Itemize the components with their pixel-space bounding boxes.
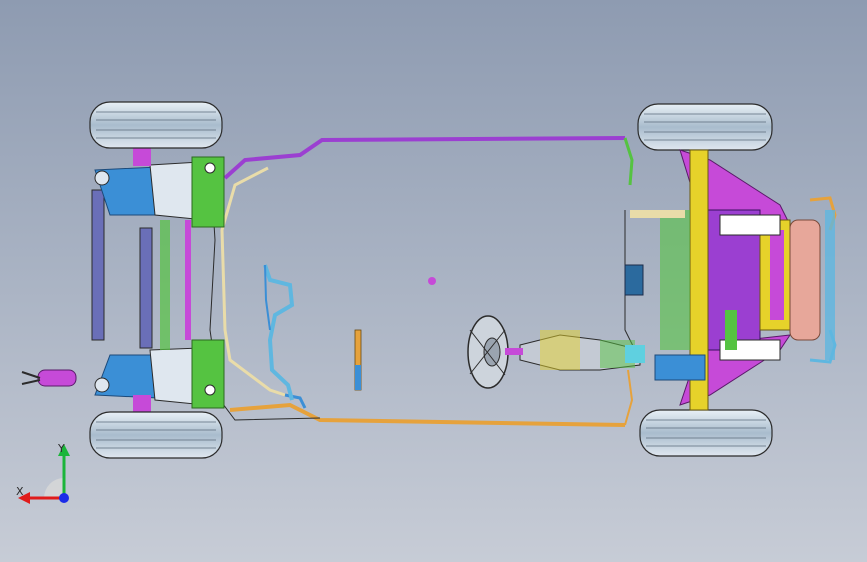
steering-column	[519, 330, 645, 371]
cad-viewport[interactable]: X Y	[0, 0, 867, 562]
rear-subframe	[91, 148, 225, 413]
purple-brake-line	[223, 136, 634, 186]
rear-left-tire	[89, 101, 223, 149]
front-right-tire	[639, 409, 773, 457]
chassis-model[interactable]	[0, 0, 867, 562]
small-part-center	[354, 277, 436, 391]
coordinate-triad	[18, 444, 70, 504]
z-axis-dot	[59, 493, 69, 503]
front-subframe	[624, 149, 837, 411]
x-axis-label: X	[16, 485, 24, 498]
front-left-tire	[637, 103, 773, 151]
fire-extinguisher	[21, 369, 77, 387]
rear-right-tire	[89, 411, 223, 459]
cream-hose	[220, 166, 307, 409]
y-axis-label: Y	[58, 442, 65, 455]
dark-wire	[209, 159, 641, 421]
blue-hose	[263, 264, 295, 401]
steering-wheel	[467, 315, 523, 389]
